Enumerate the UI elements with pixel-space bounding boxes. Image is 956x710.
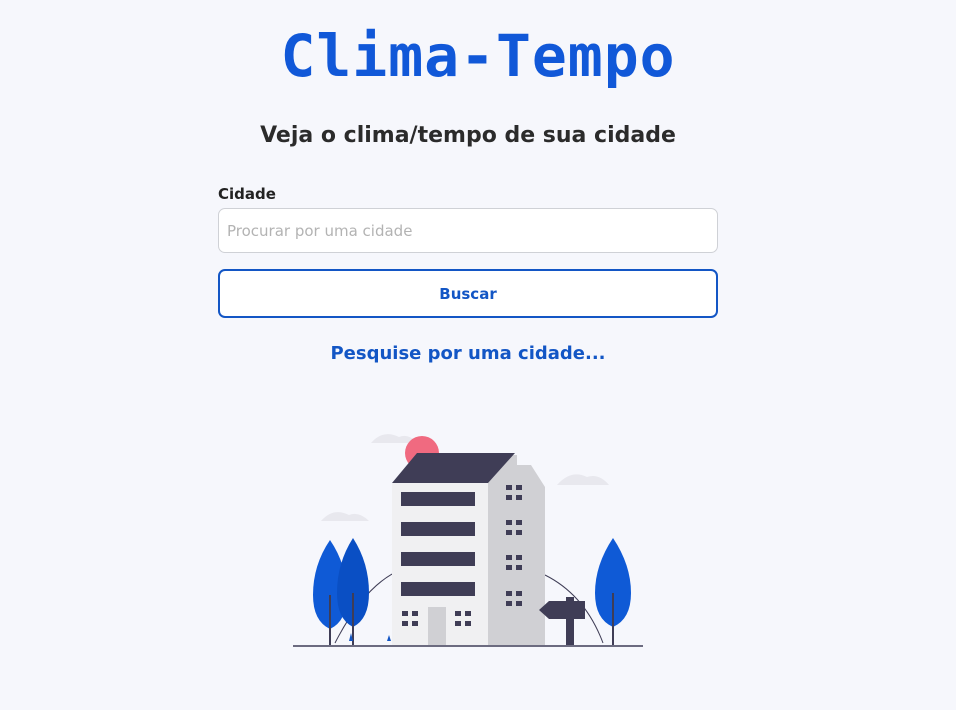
page: Clima-Tempo Veja o clima/tempo de sua ci…: [0, 0, 956, 710]
cloud-icon: [321, 512, 369, 521]
cloud-icon: [557, 474, 609, 485]
city-search-input[interactable]: [218, 208, 718, 253]
search-hint-text: Pesquise por uma cidade...: [330, 343, 606, 364]
page-subtitle: Veja o clima/tempo de sua cidade: [260, 123, 676, 148]
building-side: [485, 455, 545, 645]
app-logo: Clima-Tempo: [280, 22, 676, 90]
building-door: [428, 607, 446, 645]
search-button[interactable]: Buscar: [218, 269, 718, 318]
city-field-label: Cidade: [218, 185, 276, 203]
city-building-illustration: [293, 434, 643, 647]
